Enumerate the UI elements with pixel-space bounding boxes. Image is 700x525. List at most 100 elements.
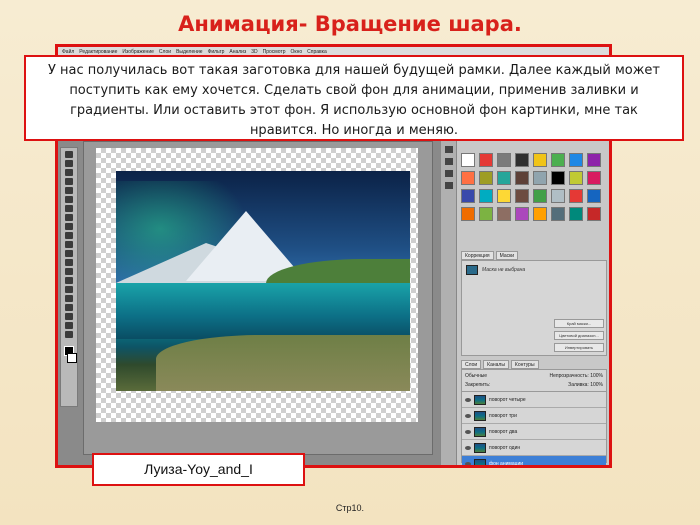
type-tool-icon[interactable]: [65, 286, 73, 293]
style-swatch[interactable]: [479, 171, 493, 185]
style-swatch[interactable]: [497, 189, 511, 203]
style-swatch[interactable]: [515, 171, 529, 185]
pen-tool-icon[interactable]: [65, 277, 73, 284]
author-label: Луиза-Yoy_and_I: [92, 453, 305, 486]
mask-status-label: Маска не выбрана: [482, 267, 526, 273]
blend-mode-select[interactable]: Обычные: [465, 372, 487, 381]
layers-panel: Обычные Непрозрачность: 100% Закрепить: …: [461, 369, 607, 465]
opacity-field[interactable]: 100%: [590, 373, 603, 379]
hand-tool-icon[interactable]: [65, 322, 73, 329]
document-window: [83, 141, 433, 455]
layer-thumbnail: [474, 410, 486, 421]
tab-adjustments[interactable]: Коррекция: [461, 251, 494, 260]
tab-layers[interactable]: Слои: [461, 360, 482, 369]
style-swatch[interactable]: [587, 153, 601, 167]
info-panel-icon[interactable]: [444, 146, 453, 153]
brush-tool-icon[interactable]: [65, 214, 73, 221]
gradient-tool-icon[interactable]: [65, 250, 73, 257]
layer-row[interactable]: фон анимации: [462, 456, 606, 465]
lock-label: Закрепить:: [465, 382, 491, 388]
style-swatch[interactable]: [497, 153, 511, 167]
style-swatch[interactable]: [551, 171, 565, 185]
visibility-eye-icon[interactable]: [465, 461, 471, 465]
background-color-swatch[interactable]: [67, 353, 77, 363]
layer-row[interactable]: поворот два: [462, 424, 606, 440]
tab-paths[interactable]: Контуры: [510, 360, 539, 369]
3d-rotate-tool-icon[interactable]: [65, 313, 73, 320]
style-swatch[interactable]: [461, 189, 475, 203]
style-swatch[interactable]: [569, 153, 583, 167]
fill-field[interactable]: 100%: [590, 382, 603, 388]
visibility-eye-icon[interactable]: [465, 445, 471, 450]
shape-tool-icon[interactable]: [65, 304, 73, 311]
page-number: Стр10.: [335, 503, 365, 513]
style-swatch[interactable]: [587, 207, 601, 221]
style-swatch[interactable]: [533, 171, 547, 185]
opacity-label: Непрозрачность:: [549, 373, 589, 379]
tab-masks[interactable]: Маски: [495, 251, 519, 260]
style-swatch[interactable]: [569, 207, 583, 221]
style-swatch[interactable]: [515, 153, 529, 167]
layer-thumbnail: [474, 394, 486, 405]
style-swatch[interactable]: [569, 171, 583, 185]
slide-title: Анимация- Вращение шара.: [178, 12, 522, 36]
visibility-eye-icon[interactable]: [465, 397, 471, 402]
style-swatch[interactable]: [587, 189, 601, 203]
mask-edge-button[interactable]: Край маски...: [554, 319, 604, 328]
mountain-lake-image: [116, 171, 410, 391]
healing-tool-icon[interactable]: [65, 205, 73, 212]
style-swatch[interactable]: [515, 189, 529, 203]
mask-thumbnail: [466, 265, 478, 275]
move-tool-icon[interactable]: [65, 151, 73, 158]
transparent-canvas[interactable]: [96, 148, 418, 422]
visibility-eye-icon[interactable]: [465, 413, 471, 418]
style-swatch[interactable]: [479, 189, 493, 203]
style-swatch[interactable]: [551, 153, 565, 167]
style-swatch[interactable]: [533, 189, 547, 203]
magic-wand-tool-icon[interactable]: [65, 178, 73, 185]
layers-tabs: Слои Каналы Контуры: [461, 360, 539, 369]
tab-channels[interactable]: Каналы: [483, 360, 509, 369]
eyedropper-tool-icon[interactable]: [65, 196, 73, 203]
zoom-tool-icon[interactable]: [65, 331, 73, 338]
layer-row[interactable]: поворот четыре: [462, 392, 606, 408]
style-swatch[interactable]: [533, 153, 547, 167]
layer-row[interactable]: поворот три: [462, 408, 606, 424]
style-swatch[interactable]: [587, 171, 601, 185]
visibility-eye-icon[interactable]: [465, 429, 471, 434]
history-brush-tool-icon[interactable]: [65, 232, 73, 239]
style-swatch[interactable]: [479, 207, 493, 221]
blur-tool-icon[interactable]: [65, 259, 73, 266]
layer-thumbnail: [474, 442, 486, 453]
style-swatch[interactable]: [461, 171, 475, 185]
marquee-tool-icon[interactable]: [65, 160, 73, 167]
eraser-tool-icon[interactable]: [65, 241, 73, 248]
fill-label: Заливка:: [568, 382, 589, 388]
dodge-tool-icon[interactable]: [65, 268, 73, 275]
layer-list: поворот четыре поворот три поворот два пово…: [462, 392, 606, 465]
color-range-button[interactable]: Цветовой диапазон...: [554, 331, 604, 340]
style-swatch[interactable]: [461, 153, 475, 167]
style-swatch[interactable]: [551, 189, 565, 203]
stamp-tool-icon[interactable]: [65, 223, 73, 230]
path-select-tool-icon[interactable]: [65, 295, 73, 302]
style-swatch[interactable]: [551, 207, 565, 221]
style-swatch[interactable]: [569, 189, 583, 203]
invert-button[interactable]: Инвертировать: [554, 343, 604, 352]
style-swatch[interactable]: [461, 207, 475, 221]
navigator-panel-icon[interactable]: [444, 158, 453, 165]
layer-row[interactable]: поворот один: [462, 440, 606, 456]
rocky-shore: [156, 335, 410, 391]
style-swatch[interactable]: [497, 207, 511, 221]
tool-presets-panel-icon[interactable]: [444, 170, 453, 177]
style-swatch[interactable]: [479, 153, 493, 167]
ps-toolbox: [60, 147, 78, 407]
layer-thumbnail: [474, 426, 486, 437]
lasso-tool-icon[interactable]: [65, 169, 73, 176]
layer-name: поворот четыре: [489, 396, 526, 403]
crop-tool-icon[interactable]: [65, 187, 73, 194]
style-swatch[interactable]: [515, 207, 529, 221]
style-swatch[interactable]: [497, 171, 511, 185]
style-swatch[interactable]: [533, 207, 547, 221]
3d-panel-icon[interactable]: [444, 182, 453, 189]
